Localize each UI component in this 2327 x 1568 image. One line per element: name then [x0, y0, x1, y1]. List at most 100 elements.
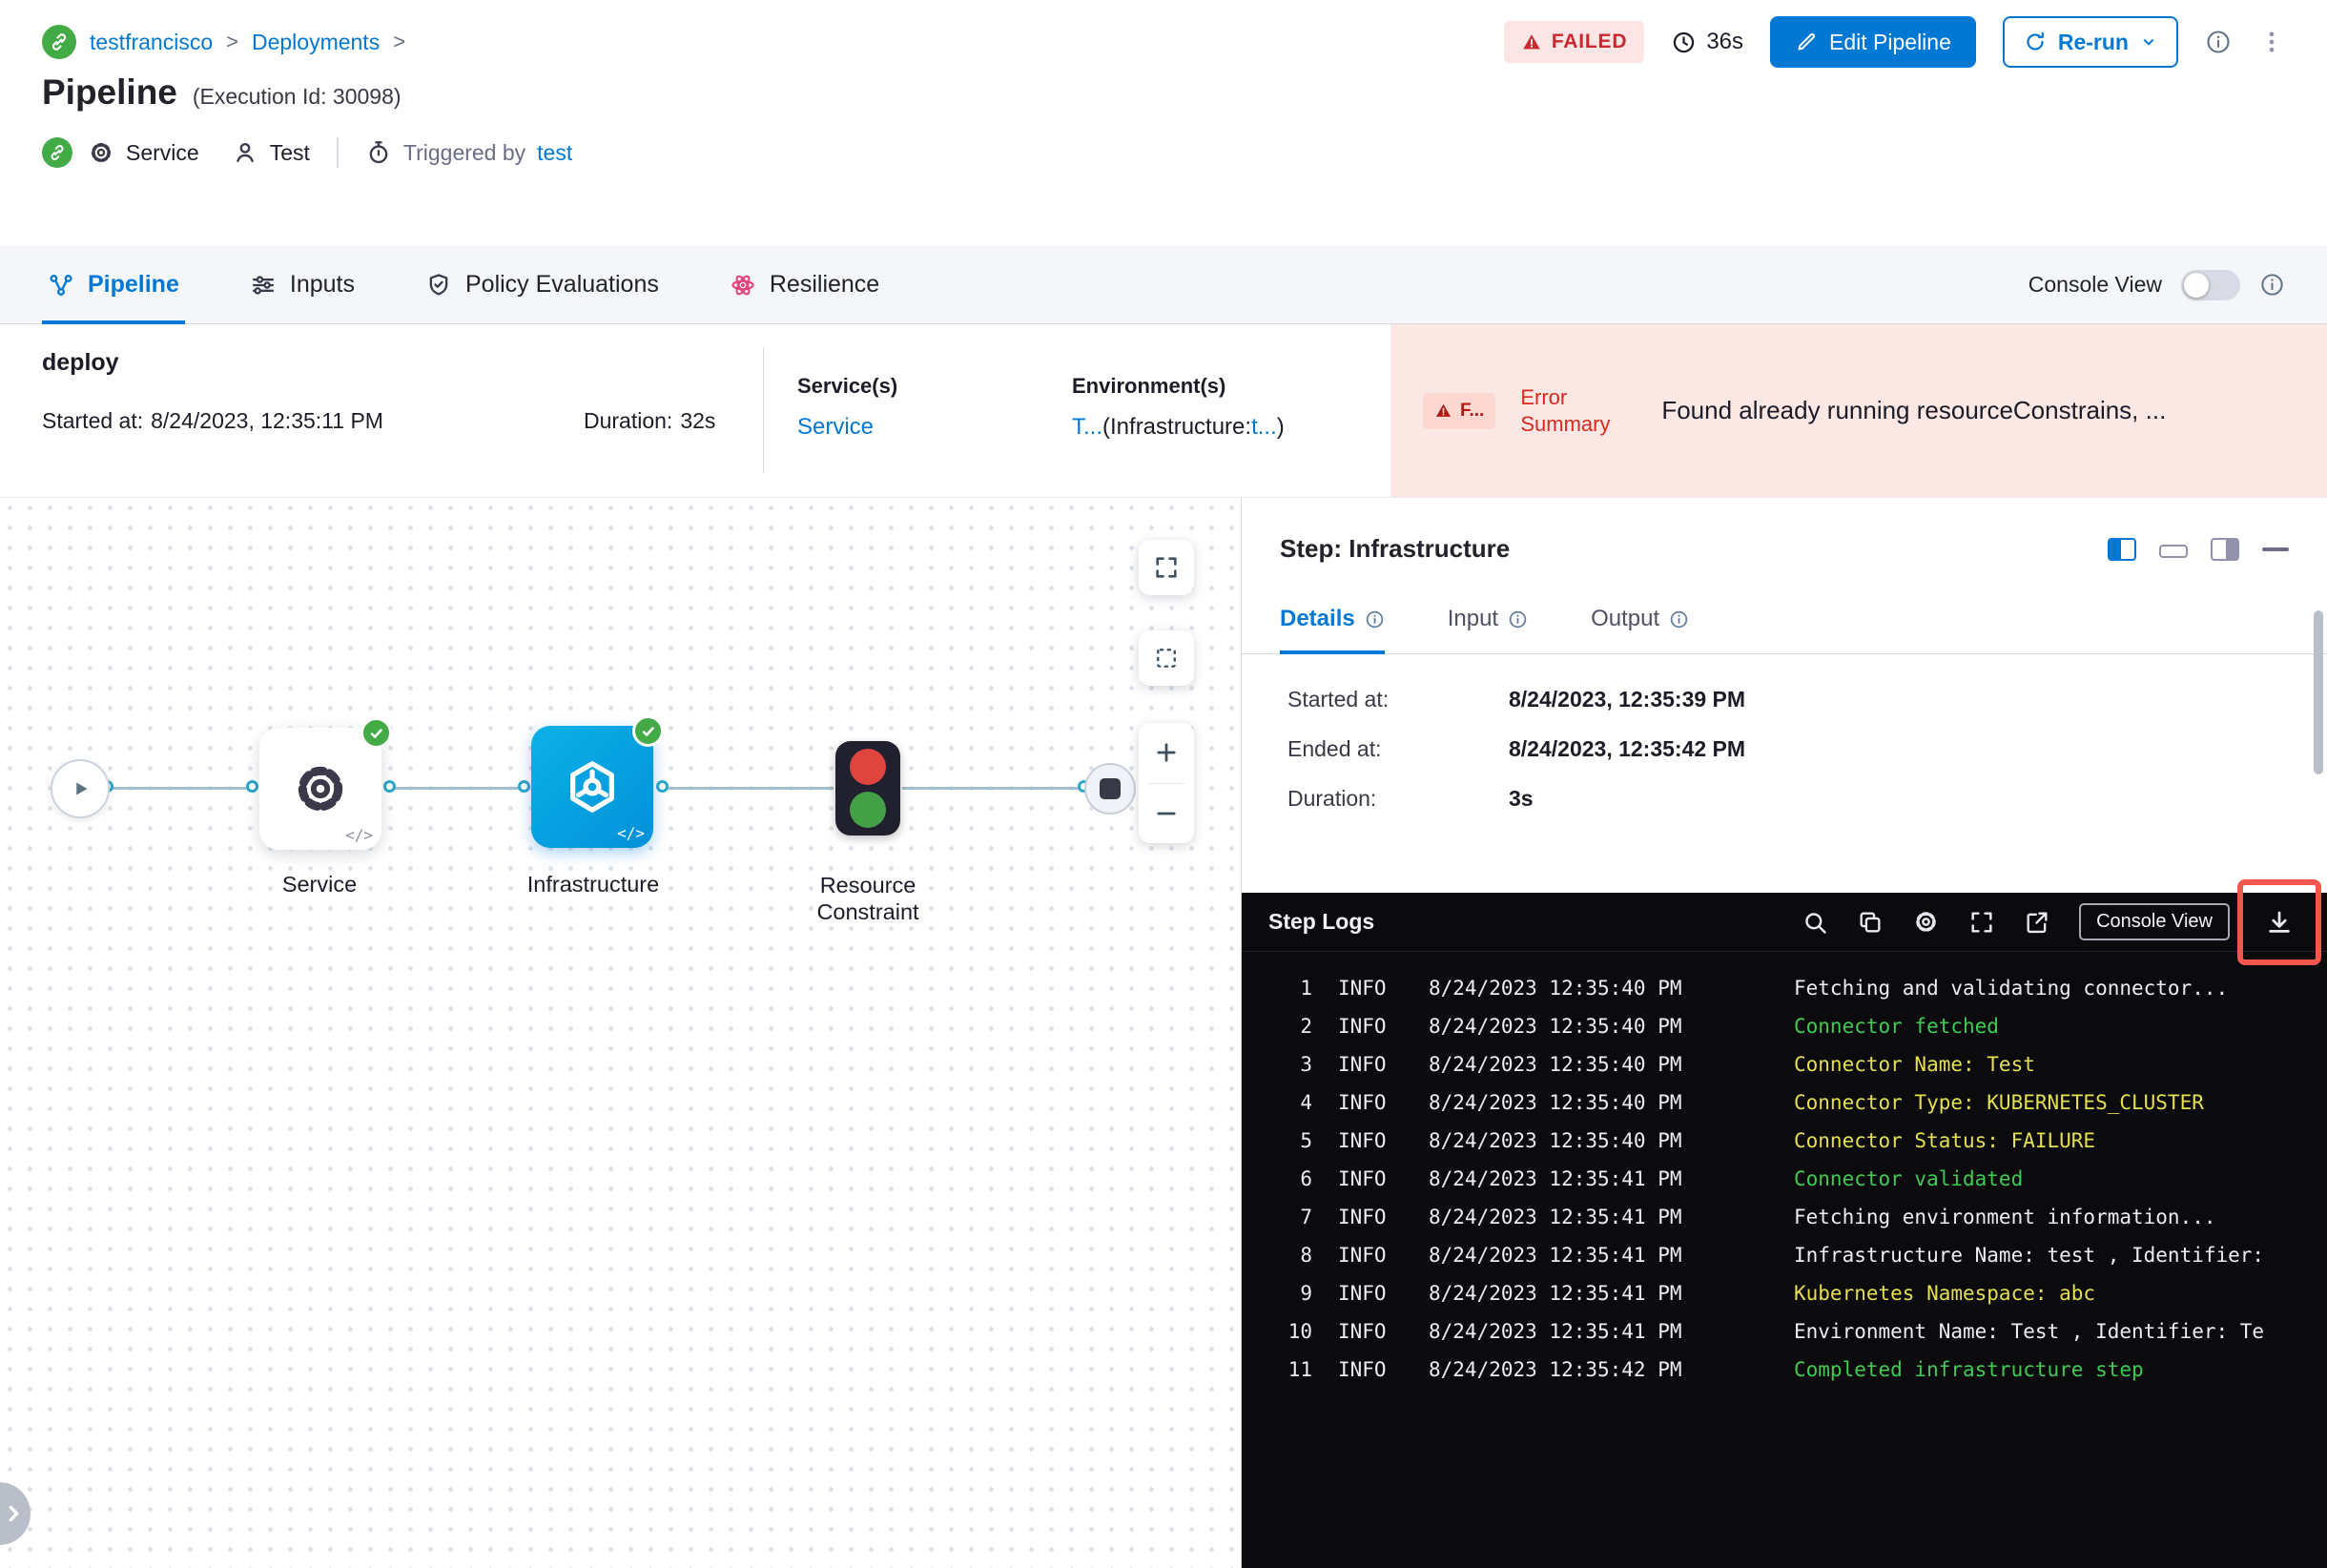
- layout-right-view-icon[interactable]: [2211, 537, 2239, 561]
- cd-module-icon: [42, 25, 76, 59]
- log-line: 6 INFO 8/24/2023 12:35:41 PM Connector vali…: [1242, 1160, 2327, 1198]
- header-actions: FAILED 36s Edit Pipeline Re-run: [1503, 16, 2285, 68]
- tab-resilience[interactable]: Resilience: [724, 246, 885, 323]
- refresh-icon: [2024, 31, 2047, 53]
- log-message: Fetching and validating connector...: [1794, 977, 2229, 1000]
- log-message: Connector Type: KUBERNETES_CLUSTER: [1794, 1091, 2204, 1114]
- code-mark: </>: [345, 826, 373, 844]
- scrollbar-thumb[interactable]: [2314, 610, 2323, 774]
- node-service[interactable]: </>: [259, 717, 392, 850]
- console-view-toggle[interactable]: [2181, 269, 2240, 300]
- tab-inputs[interactable]: Inputs: [244, 246, 360, 323]
- graph-edge: [108, 787, 253, 790]
- tab-output[interactable]: Output: [1591, 606, 1689, 653]
- environments-value[interactable]: T...(Infrastructure:t...): [1072, 414, 1285, 441]
- error-summary-text: Found already running resourceConstrains…: [1661, 396, 2167, 424]
- node-infrastructure[interactable]: </>: [531, 715, 664, 848]
- log-line: 4 INFO 8/24/2023 12:35:40 PM Connector Type…: [1242, 1083, 2327, 1122]
- log-level: INFO: [1338, 1091, 1387, 1114]
- log-level: INFO: [1338, 1282, 1387, 1305]
- graph-port: [383, 780, 396, 793]
- info-icon[interactable]: [2205, 29, 2232, 55]
- open-in-new-icon[interactable]: [2024, 909, 2050, 936]
- tab-details[interactable]: Details: [1280, 606, 1385, 654]
- detail-row: Started at: 8/24/2023, 12:35:39 PM: [1287, 687, 2289, 712]
- log-timestamp: 8/24/2023 12:35:40 PM: [1429, 1091, 1682, 1114]
- log-line-number: 6: [1300, 1167, 1312, 1190]
- log-timestamp: 8/24/2023 12:35:40 PM: [1429, 1015, 1682, 1038]
- status-badge: FAILED: [1503, 21, 1645, 63]
- tab-policy-evaluations[interactable]: Policy Evaluations: [420, 246, 665, 323]
- log-message: Infrastructure Name: test , Identifier:: [1794, 1244, 2265, 1267]
- log-level: INFO: [1338, 1015, 1387, 1038]
- log-output[interactable]: 1 INFO 8/24/2023 12:35:40 PM Fetching and v…: [1242, 952, 2327, 1568]
- rerun-label: Re-run: [2057, 29, 2129, 54]
- shield-check-icon: [425, 272, 452, 299]
- log-line: 10 INFO 8/24/2023 12:35:41 PM Environment N…: [1242, 1312, 2327, 1351]
- edit-pipeline-button[interactable]: Edit Pipeline: [1770, 16, 1976, 68]
- sliders-icon: [250, 272, 277, 299]
- marquee-select-button[interactable]: [1139, 630, 1194, 686]
- expand-icon: [1156, 557, 1177, 578]
- clock-icon: [1671, 30, 1697, 55]
- env-infra-name[interactable]: t...: [1251, 414, 1277, 440]
- test-meta-label: Test: [269, 139, 310, 165]
- graph-port: [518, 780, 530, 793]
- start-node[interactable]: [51, 759, 110, 818]
- service-meta-label: Service: [126, 139, 199, 165]
- error-badge: F...: [1423, 392, 1496, 429]
- services-label: Service(s): [797, 374, 898, 398]
- download-logs-icon[interactable]: [2265, 908, 2294, 937]
- node-resource-constraint[interactable]: [835, 741, 900, 836]
- search-icon[interactable]: [1802, 909, 1828, 936]
- breadcrumb-project[interactable]: testfrancisco: [90, 30, 213, 55]
- play-icon: [66, 774, 94, 803]
- gear-icon: [290, 758, 351, 819]
- fit-to-screen-button[interactable]: [1139, 540, 1194, 595]
- zoom-controls: [1139, 723, 1194, 843]
- step-panel-title: Step: Infrastructure: [1280, 534, 1511, 563]
- log-line-number: 9: [1300, 1282, 1312, 1305]
- log-line-number: 7: [1300, 1206, 1312, 1228]
- error-badge-label: F...: [1460, 400, 1485, 421]
- tab-pipeline[interactable]: Pipeline: [42, 246, 185, 324]
- rerun-button[interactable]: Re-run: [2002, 16, 2178, 68]
- env-name[interactable]: T...: [1072, 414, 1102, 440]
- settings-gear-icon[interactable]: [1912, 908, 1940, 936]
- log-line-number: 3: [1300, 1053, 1312, 1076]
- console-view-button[interactable]: Console View: [2079, 903, 2230, 940]
- minus-icon: [1157, 812, 1176, 815]
- step-logs-panel: Step Logs Console View 1 INFO 8/24/2023 …: [1242, 878, 2327, 1568]
- log-level: INFO: [1338, 1244, 1387, 1267]
- zoom-out-button[interactable]: [1139, 784, 1194, 844]
- pipeline-graph-canvas[interactable]: </> Service </> Infrastructure Resource …: [0, 498, 1241, 1568]
- node-label-resource-constraint: Resource Constraint: [816, 873, 919, 925]
- copy-icon[interactable]: [1857, 909, 1884, 936]
- breadcrumb-deployments[interactable]: Deployments: [252, 30, 380, 55]
- log-message: Connector Name: Test: [1794, 1053, 2035, 1076]
- layout-bottom-view-icon[interactable]: [2159, 545, 2188, 558]
- log-timestamp: 8/24/2023 12:35:42 PM: [1429, 1358, 1682, 1381]
- marquee-icon: [1157, 649, 1176, 668]
- fullscreen-icon[interactable]: [1968, 909, 1995, 936]
- triggered-by-label: Triggered by: [402, 139, 526, 165]
- end-node[interactable]: [1084, 763, 1136, 815]
- triggered-by-value[interactable]: test: [537, 140, 572, 166]
- previous-stage-chevron[interactable]: [0, 1482, 31, 1545]
- log-message: Fetching environment information...: [1794, 1206, 2216, 1228]
- tab-details-label: Details: [1280, 606, 1355, 631]
- info-icon[interactable]: [2259, 272, 2285, 298]
- elapsed-time-value: 36s: [1706, 29, 1744, 54]
- log-level: INFO: [1338, 1358, 1387, 1381]
- log-line: 3 INFO 8/24/2023 12:35:40 PM Connector Name…: [1242, 1045, 2327, 1083]
- minimize-icon[interactable]: [2262, 547, 2289, 551]
- traffic-light-green: [850, 792, 886, 828]
- kebab-menu-icon[interactable]: [2258, 29, 2285, 55]
- edit-pipeline-label: Edit Pipeline: [1829, 29, 1951, 54]
- tab-input[interactable]: Input: [1448, 606, 1528, 653]
- chevron-right-icon: [9, 1505, 19, 1522]
- zoom-in-button[interactable]: [1139, 723, 1194, 783]
- log-message: Connector fetched: [1794, 1015, 1999, 1038]
- services-value[interactable]: Service: [797, 414, 874, 441]
- layout-split-view-icon[interactable]: [2108, 537, 2136, 561]
